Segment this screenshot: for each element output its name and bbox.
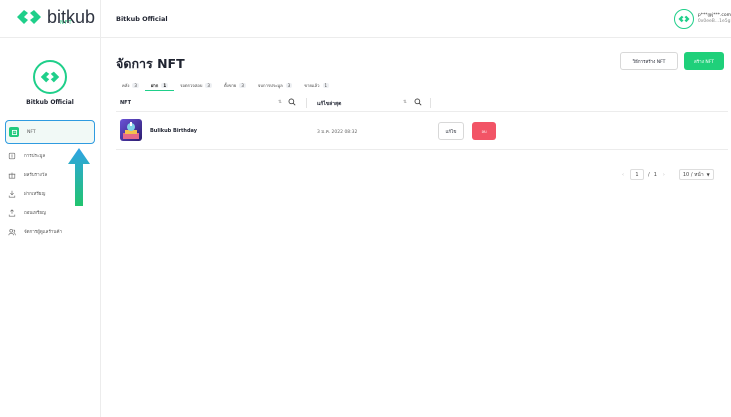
table-header: NFT ⇅ แก้ไขล่าสุด ⇅ xyxy=(116,95,728,112)
next-page-icon[interactable]: › xyxy=(663,172,665,178)
tab-auction-ended[interactable]: จบการประมูล 3 xyxy=(252,80,298,91)
column-header-nft: NFT xyxy=(120,100,132,106)
nft-icon xyxy=(9,127,19,137)
tab-pending-review[interactable]: รอตรวจสอบ 3 xyxy=(174,80,218,91)
sidebar-item-admins[interactable]: จัดการผู้ดูแลร้านค้า xyxy=(5,222,95,241)
gift-icon xyxy=(8,171,16,179)
edit-button[interactable]: แก้ไข xyxy=(438,122,464,140)
sidebar-item-nft[interactable]: NFT xyxy=(5,120,95,144)
user-avatar xyxy=(673,9,694,29)
tab-count: 3 xyxy=(239,83,246,88)
tab-count: 3 xyxy=(132,83,139,88)
page-size-select[interactable]: 10 / หน้า ▼ xyxy=(678,169,714,180)
sidebar-item-label: ผลรับรางวัล xyxy=(24,173,48,178)
auction-icon xyxy=(8,152,16,160)
pointer-arrow-icon xyxy=(68,148,90,206)
sidebar-item-label: NFT xyxy=(27,129,36,135)
prev-page-icon[interactable]: ‹ xyxy=(622,172,624,178)
sidebar-divider xyxy=(100,0,101,417)
admin-users-icon xyxy=(8,228,16,236)
sort-icon[interactable]: ⇅ xyxy=(403,100,407,105)
column-header-updated: แก้ไขล่าสุด xyxy=(317,101,342,107)
user-info: p***@j***.com 0x0eeB...1e5g xyxy=(698,13,731,25)
delete-button[interactable]: ลบ xyxy=(472,122,496,140)
tab-count: 1 xyxy=(161,82,169,88)
sidebar-item-label: จัดการผู้ดูแลร้านค้า xyxy=(24,230,63,235)
user-wallet: 0x0eeB...1e5g xyxy=(697,19,731,24)
sidebar-item-label: การประมูล xyxy=(24,154,46,159)
bitkub-shop-icon xyxy=(40,71,60,83)
top-bar: bitkub NFT Bitkub Official p***@j***.com… xyxy=(0,0,731,38)
tab-label: คลัง xyxy=(122,83,130,88)
table-row: Bulikub Birthday 3 ม.ค. 2022 08:32 แก้ไข… xyxy=(116,114,728,150)
tab-label: ฝาก xyxy=(150,82,159,88)
tab-deposit[interactable]: ฝาก 1 xyxy=(144,80,175,91)
column-divider xyxy=(306,98,307,108)
nft-name[interactable]: Bulikub Birthday xyxy=(150,128,197,134)
column-divider xyxy=(430,98,431,108)
total-pages: 1 xyxy=(653,171,657,178)
sidebar-shop-name: Bitkub Official xyxy=(26,99,74,106)
page-separator: / xyxy=(648,171,650,178)
sort-icon[interactable]: ⇅ xyxy=(278,100,282,105)
bitkub-logo-icon xyxy=(17,10,41,24)
sidebar-item-label: ถอนเหรียญ xyxy=(24,211,46,216)
withdraw-icon xyxy=(8,208,16,217)
tab-label: ขายแล้ว xyxy=(304,83,320,88)
create-nft-button[interactable]: สร้าง NFT xyxy=(684,52,724,70)
header-shop-name: Bitkub Official xyxy=(116,15,168,23)
how-to-create-nft-button[interactable]: วิธีการสร้าง NFT xyxy=(620,52,678,70)
tab-count: 1 xyxy=(322,83,330,88)
user-menu[interactable]: p***@j***.com 0x0eeB...1e5g xyxy=(673,9,731,29)
page-size-value: 10 / หน้า xyxy=(682,171,704,178)
status-tabs: คลัง 3 ฝาก 1 รอตรวจสอบ 3 ตั้งขาย 3 จบการประม… xyxy=(116,80,335,91)
tab-label: ตั้งขาย xyxy=(223,83,237,88)
tab-label: รอตรวจสอบ xyxy=(180,83,203,88)
page-title: จัดการ NFT xyxy=(116,56,185,71)
tab-listed[interactable]: ตั้งขาย 3 xyxy=(218,80,252,91)
tab-sold[interactable]: ขายแล้ว 1 xyxy=(298,80,335,91)
nft-updated-date: 3 ม.ค. 2022 08:32 xyxy=(317,130,358,135)
tab-count: 3 xyxy=(205,83,212,88)
tab-label: จบการประมูล xyxy=(257,83,283,88)
sidebar-item-label: ฝากเหรียญ xyxy=(24,192,46,197)
current-page-input[interactable]: 1 xyxy=(630,169,644,180)
sidebar: Bitkub Official NFT การประมูล ผลรับรางวั… xyxy=(0,38,100,417)
search-icon[interactable] xyxy=(414,98,422,106)
tab-count: 3 xyxy=(285,83,293,88)
chevron-down-icon: ▼ xyxy=(706,172,710,177)
tab-storage[interactable]: คลัง 3 xyxy=(116,80,145,91)
search-icon[interactable] xyxy=(288,98,296,106)
bitkub-logo[interactable]: bitkub xyxy=(16,8,95,26)
brand-sub: NFT xyxy=(60,20,73,26)
bitkub-avatar-icon xyxy=(678,15,690,23)
shop-logo xyxy=(33,60,67,94)
pagination: ‹ 1 / 1 › 10 / หน้า ▼ xyxy=(616,168,714,181)
deposit-icon xyxy=(8,190,16,198)
nft-thumbnail[interactable] xyxy=(120,119,142,141)
